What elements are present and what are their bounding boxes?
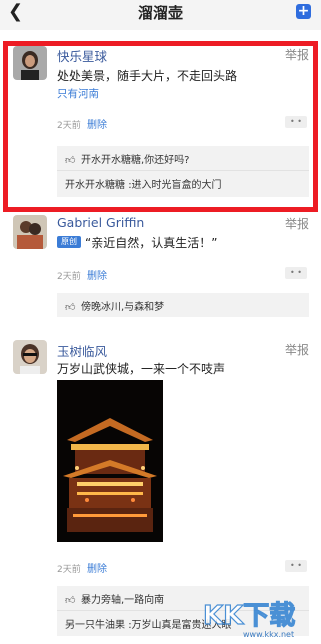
avatar[interactable]: [13, 340, 47, 374]
comment-user[interactable]: 另一只牛油果: [65, 620, 125, 631]
post-photo[interactable]: [57, 380, 163, 542]
author-name[interactable]: 玉树临风: [57, 341, 107, 360]
delete-button[interactable]: 删除: [87, 267, 107, 282]
thumbs-up-icon: 👍︎: [65, 595, 76, 606]
more-options-button[interactable]: • •: [285, 560, 307, 572]
post-text: 万岁山武侠城，一来一个不吱声: [57, 362, 226, 376]
post-text: “亲近自然，认真生活！”: [85, 236, 218, 250]
post-card: Gabriel Griffin 举报 原创 “亲近自然，认真生活！” 2天前 删…: [0, 212, 321, 330]
post-time: 2天前: [57, 565, 81, 575]
likes-text: 傍晚冰川,与森和梦: [81, 302, 165, 313]
delete-button[interactable]: 删除: [87, 560, 107, 575]
more-options-button[interactable]: • •: [285, 267, 307, 279]
original-badge: 原创: [57, 236, 81, 248]
author-name[interactable]: Gabriel Griffin: [57, 215, 144, 230]
watermark-logo: KK下载 www.kkx.net: [199, 594, 319, 640]
plus-square-icon[interactable]: +: [296, 4, 311, 19]
svg-text:www.kkx.net: www.kkx.net: [243, 630, 294, 639]
likes-text: 暴力旁轴,一路向南: [81, 595, 165, 606]
post-time: 2天前: [57, 272, 81, 282]
comment-box: 👍︎ 傍晚冰川,与森和梦: [57, 293, 309, 317]
likes-line: 👍︎ 傍晚冰川,与森和梦: [57, 298, 309, 313]
report-button[interactable]: 举报: [285, 341, 309, 358]
avatar[interactable]: [13, 215, 47, 249]
report-button[interactable]: 举报: [285, 215, 309, 232]
svg-text:KK下载: KK下载: [203, 601, 295, 631]
header-bar: ❮ 溜溜壶 +: [0, 0, 321, 26]
highlight-frame: [3, 41, 318, 212]
page-title: 溜溜壶: [137, 4, 183, 22]
thumbs-up-icon: 👍︎: [65, 302, 76, 313]
